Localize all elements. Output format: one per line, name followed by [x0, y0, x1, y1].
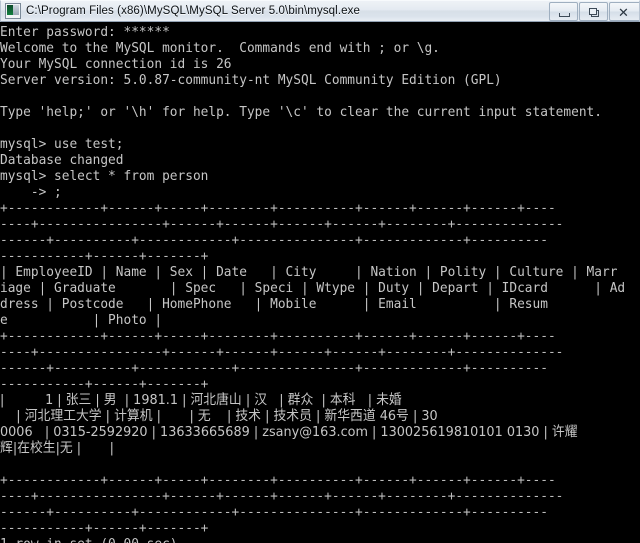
- rule-mid-1: +------------+------+-----+--------+----…: [0, 328, 556, 344]
- line-continue: -> ;: [0, 184, 62, 200]
- hdr-3: dress | Postcode | HomePhone | Mobile | …: [0, 296, 548, 312]
- restore-icon: [589, 8, 600, 18]
- line-blank-1: [0, 88, 604, 104]
- hdr-2: iage | Graduate | Spec | Speci | Wtype |…: [0, 280, 626, 296]
- rule-top-3: ------+----------+------------+---------…: [0, 232, 548, 248]
- row-4: 辉|在校生|无 | |: [0, 440, 114, 456]
- row-2: | 河北理工大学 | 计算机 | | 无 | 技术 | 技术员 | 新华西道 4…: [0, 408, 438, 424]
- line-db-changed: Database changed: [0, 152, 124, 168]
- line-use-test: mysql> use test;: [0, 136, 124, 152]
- rule-top-1: +------------+------+-----+--------+----…: [0, 200, 556, 216]
- line-blank-2: [0, 120, 604, 136]
- row-1: | 1 | 张三 | 男 | 1981.1 | 河北唐山 | 汉 | 群众 | …: [0, 392, 402, 408]
- line-select: mysql> select * from person: [0, 168, 209, 184]
- console-icon-page: [13, 5, 19, 15]
- rule-mid-4: -----------+------+-------+: [0, 376, 209, 392]
- close-button[interactable]: ✕: [609, 2, 639, 21]
- rule-top-4: -----------+------+-------+: [0, 248, 209, 264]
- rule-bot-3: ------+----------+------------+---------…: [0, 504, 548, 520]
- minimize-icon: [559, 13, 570, 17]
- line-password: Enter password: ******: [0, 24, 170, 40]
- rule-bot-2: ----+----------------+------+------+----…: [0, 488, 564, 504]
- line-connid: Your MySQL connection id is 26: [0, 56, 232, 72]
- console-text-buffer: Enter password: ****** Welcome to the MyS…: [0, 24, 640, 543]
- console-window: C:\Program Files (x86)\MySQL\MySQL Serve…: [0, 0, 640, 543]
- line-serverver: Server version: 5.0.87-community-nt MySQ…: [0, 72, 502, 88]
- rule-bot-1: +------------+------+-----+--------+----…: [0, 472, 556, 488]
- console-icon: [5, 3, 21, 19]
- rule-bot-4: -----------+------+-------+: [0, 520, 209, 536]
- line-rows-set: 1 row in set (0.00 sec): [0, 536, 604, 543]
- window-controls: ✕: [548, 2, 639, 21]
- hdr-1: | EmployeeID | Name | Sex | Date | City …: [0, 264, 618, 280]
- row-3: 0006 | 0315-2592920 | 13633665689 | zsan…: [0, 424, 578, 440]
- rule-mid-3: ------+----------+------------+---------…: [0, 360, 548, 376]
- title-bar[interactable]: C:\Program Files (x86)\MySQL\MySQL Serve…: [0, 0, 640, 22]
- line-blank-3: [0, 456, 604, 472]
- minimize-button[interactable]: [549, 2, 578, 21]
- close-icon: ✕: [618, 5, 629, 20]
- rule-top-2: ----+----------------+------+------+----…: [0, 216, 564, 232]
- console-output-area[interactable]: Enter password: ****** Welcome to the MyS…: [0, 22, 640, 543]
- line-welcome: Welcome to the MySQL monitor. Commands e…: [0, 40, 440, 56]
- line-help: Type 'help;' or '\h' for help. Type '\c'…: [0, 104, 602, 120]
- rule-mid-2: ----+----------------+------+------+----…: [0, 344, 564, 360]
- restore-button[interactable]: [579, 2, 608, 21]
- hdr-4: e | Photo |: [0, 312, 163, 328]
